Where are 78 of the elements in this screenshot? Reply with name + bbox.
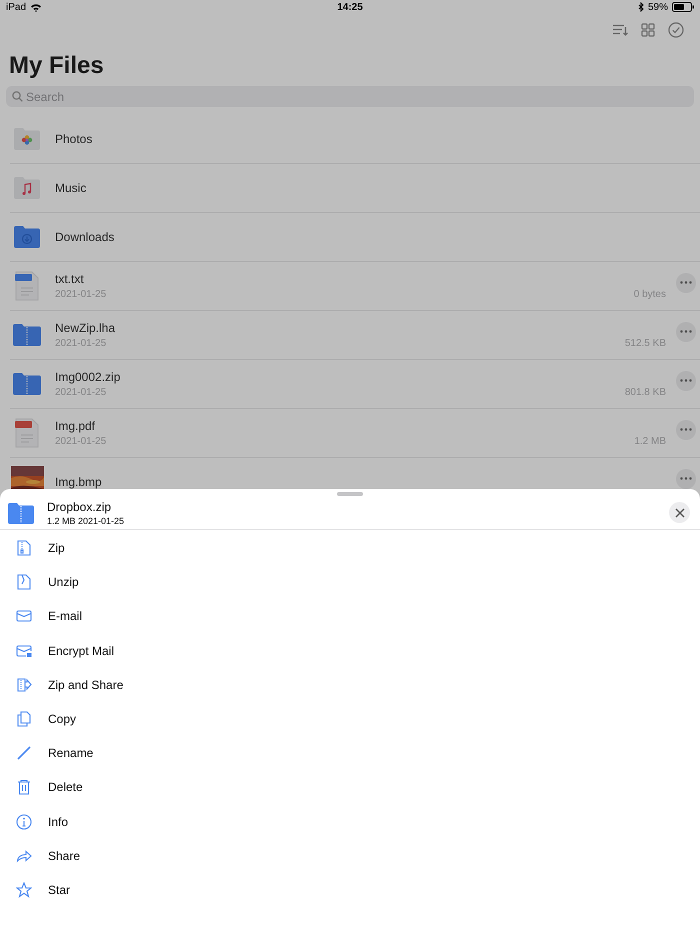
file-name: Img0002.zip [55,370,122,384]
close-icon [674,508,684,518]
menu-item[interactable]: Encrypt Mail [0,634,700,668]
search-field[interactable]: Search [6,86,694,107]
file-date: 2021-01-25 [55,338,108,349]
file-size: 0 bytes [634,289,666,300]
zip-folder-icon [12,371,42,397]
bluetooth-icon [638,2,644,12]
search-icon [12,91,23,102]
folder-icon [13,175,41,201]
info-icon [16,814,32,830]
wifi-icon [30,2,42,12]
select-button[interactable] [666,20,686,40]
file-name: Photos [55,132,94,146]
menu-item[interactable]: Unzip [0,565,700,600]
page-title: My Files [9,52,105,80]
file-details: 1.2 MB 2021-01-25 [47,516,126,526]
file-name: Music [55,181,88,195]
share-arrow-icon [16,848,32,864]
file-row[interactable]: txt.txt 2021-01-25 0 bytes [10,262,700,311]
envelope-icon [16,608,32,624]
zip-folder-icon [12,322,42,348]
file-row[interactable]: Img.pdf 2021-01-25 1.2 MB [10,409,700,458]
zip-share-icon [16,676,32,693]
battery-icon [672,2,694,12]
locked-envelope-icon [16,642,32,659]
menu-item[interactable]: Zip and Share [0,668,700,702]
star-icon [16,882,32,898]
file-name: NewZip.lha [55,321,116,335]
close-button[interactable] [669,502,690,523]
file-date: 2021-01-25 [55,436,108,447]
device-name: iPad [6,2,26,12]
clock: 14:25 [337,2,363,12]
file-name: Img.bmp [55,475,103,489]
file-size: 801.8 KB [624,387,666,398]
file-name: Downloads [55,230,116,244]
folder-icon [13,224,41,250]
file-row[interactable]: Img0002.zip 2021-01-25 801.8 KB [10,360,700,409]
menu-item[interactable]: E-mail [0,599,700,634]
zip-file-icon [16,540,32,556]
trash-icon [16,779,32,796]
battery-percent: 59% [648,2,668,12]
document-icon [14,271,40,301]
file-row[interactable]: Music [10,164,700,213]
file-name: Dropbox.zip [47,500,112,514]
menu-item[interactable]: Rename [0,736,700,770]
zip-folder-icon [7,502,35,524]
folder-icon [13,126,41,152]
ellipsis-icon [680,379,692,382]
more-button[interactable] [676,420,696,440]
more-button[interactable] [676,370,696,390]
ellipsis-icon [680,477,692,480]
ellipsis-icon [680,330,692,333]
more-button[interactable] [676,272,696,292]
file-row[interactable]: Photos [10,115,700,164]
menu-item[interactable]: Share [0,838,700,873]
sheet-handle[interactable] [337,492,363,496]
file-size: 512.5 KB [624,338,666,349]
menu-item[interactable]: Star [0,872,700,908]
file-date: 2021-01-25 [55,289,108,300]
menu-item[interactable]: Delete [0,770,700,804]
menu-item[interactable]: Zip [0,531,700,566]
more-button[interactable] [676,468,696,488]
copy-icon [16,711,32,728]
file-row[interactable]: NewZip.lha 2021-01-25 512.5 KB [10,311,700,360]
file-name: Img.pdf [55,419,96,433]
file-size: 1.2 MB [634,436,666,447]
file-date: 2021-01-25 [55,387,108,398]
unzip-file-icon [16,574,32,590]
file-name: txt.txt [55,272,85,286]
menu-item[interactable]: Copy [0,702,700,736]
pencil-icon [16,745,32,762]
file-row[interactable]: Downloads [10,213,700,262]
document-icon [14,418,40,448]
ellipsis-icon [680,281,692,284]
ellipsis-icon [680,428,692,431]
more-button[interactable] [676,322,696,342]
menu-item[interactable]: Info [0,804,700,839]
